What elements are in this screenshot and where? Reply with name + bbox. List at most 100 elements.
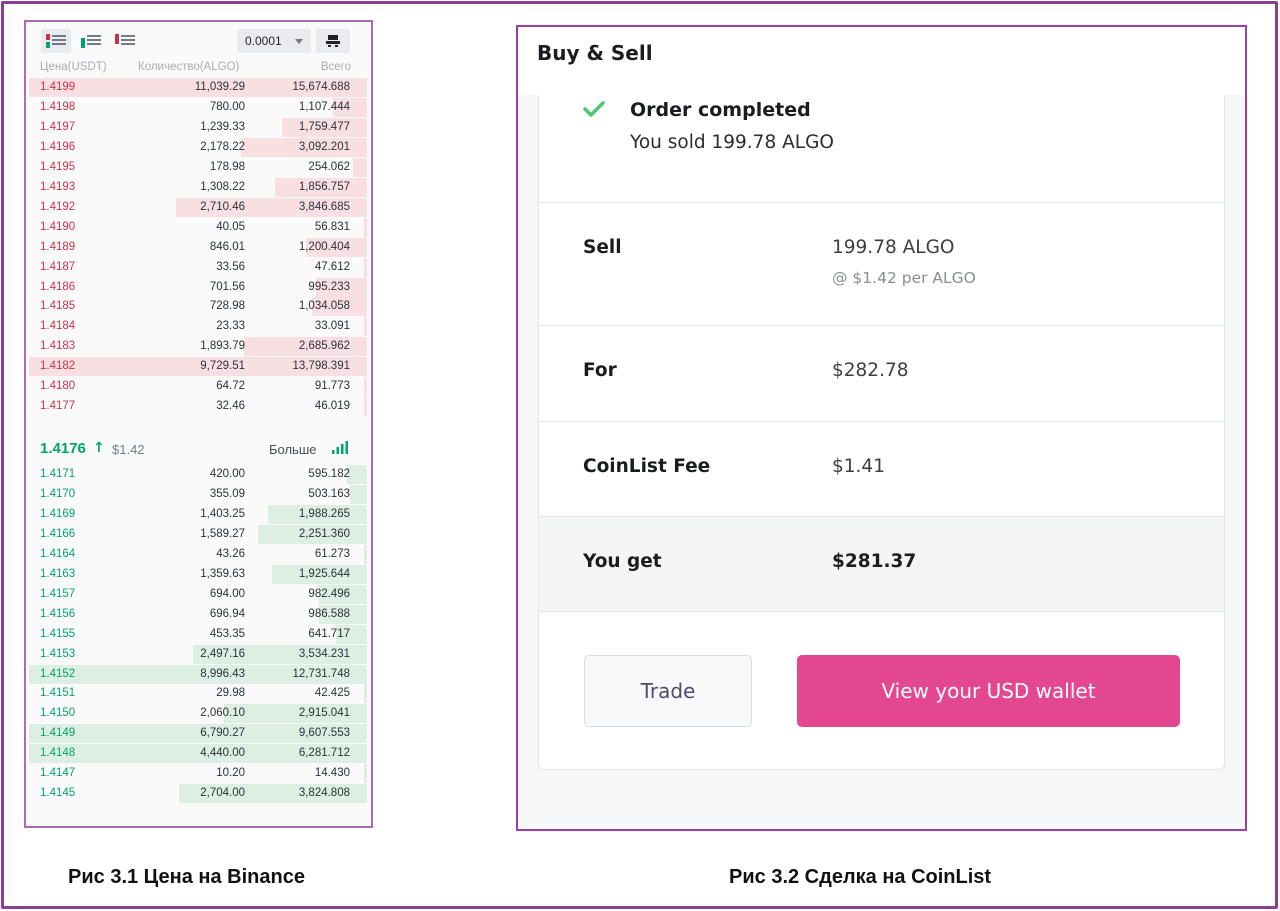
row-price: 1.4164 [40,547,76,560]
row-price: 1.4199 [40,81,76,93]
ask-row[interactable]: 1.4177 32.46 46.019 [26,397,367,417]
row-total: 9,607.553 [298,727,350,740]
ask-row[interactable]: 1.4187 33.56 47.612 [26,257,367,277]
row-amount: 1,893.79 [200,340,245,353]
bid-row[interactable]: 1.4150 2,060.10 2,915.041 [26,704,367,724]
ask-row[interactable]: 1.4198 780.00 1,107.444 [26,97,367,117]
row-total: 503.163 [308,487,350,500]
row-total: 3,092.201 [298,140,350,153]
ask-row[interactable]: 1.4195 178.98 254.062 [26,157,367,177]
ask-row[interactable]: 1.4192 2,710.46 3,846.685 [26,197,367,217]
price-column-header: Цена(USDT) [40,61,107,73]
row-total: 13,798.391 [292,360,350,373]
row-total: 47.612 [314,260,350,273]
status-message: You sold 199.78 ALGO [630,132,834,153]
order-book-both-view-icon[interactable] [41,29,71,53]
order-book-bids-view-icon[interactable] [76,29,106,53]
fee-label: CoinList Fee [583,456,711,477]
you-get-value: $281.37 [832,551,917,572]
view-usd-wallet-button[interactable]: View your USD wallet [797,655,1180,727]
bid-row[interactable]: 1.4169 1,403.25 1,988.265 [26,504,367,524]
row-amount: 1,589.27 [200,527,245,540]
bid-row[interactable]: 1.4164 43.26 61.273 [26,544,367,564]
ask-row[interactable]: 1.4185 728.98 1,034.058 [26,297,367,317]
bid-row[interactable]: 1.4151 29.98 42.425 [26,684,367,704]
row-amount: 11,039.29 [194,81,245,93]
ask-row[interactable]: 1.4197 1,239.33 1,759.477 [26,117,367,137]
row-amount: 6,790.27 [200,727,245,740]
tick-size-select[interactable]: 0.0001 [237,29,311,53]
bid-row[interactable]: 1.4157 694.00 982.496 [26,584,367,604]
depth-bar [347,465,367,484]
row-total: 3,534.231 [298,647,350,660]
row-total: 1,107.444 [298,100,350,113]
row-price: 1.4152 [40,667,76,680]
row-total: 6,281.712 [298,747,350,760]
row-total: 56.831 [314,220,350,233]
order-book-panel: 0.0001 Цена(USDT) Количество(ALGO) Всего… [24,20,373,828]
coinlist-panel: Buy & Sell Order completed You sold 199.… [516,25,1247,831]
depth-bar [364,397,367,417]
bid-row[interactable]: 1.4155 453.35 641.717 [26,624,367,644]
order-book-toolbar: 0.0001 [26,22,371,62]
depth-bar [364,544,367,564]
row-price: 1.4197 [40,120,76,133]
ask-row[interactable]: 1.4189 846.01 1,200.404 [26,237,367,257]
row-price: 1.4147 [40,767,76,780]
usd-price: $1.42 [112,442,145,457]
row-price: 1.4198 [40,100,76,113]
row-price: 1.4182 [40,360,76,373]
page-title: Buy & Sell [537,41,653,65]
row-price: 1.4149 [40,727,76,740]
bid-row[interactable]: 1.4171 420.00 595.182 [26,465,367,484]
fee-row: CoinList Fee $1.41 [539,422,1224,517]
order-book-settings-button[interactable] [316,29,350,53]
bid-row[interactable]: 1.4147 10.20 14.430 [26,764,367,784]
depth-bar [364,377,367,397]
ask-row[interactable]: 1.4193 1,308.22 1,856.757 [26,177,367,197]
bid-row[interactable]: 1.4148 4,440.00 6,281.712 [26,744,367,764]
row-price: 1.4171 [40,468,76,480]
bid-row[interactable]: 1.4170 355.09 503.163 [26,484,367,504]
row-total: 33.091 [314,320,350,333]
trade-button[interactable]: Trade [584,655,752,727]
row-amount: 23.33 [216,320,245,333]
bid-row[interactable]: 1.4153 2,497.16 3,534.231 [26,644,367,664]
bid-row[interactable]: 1.4166 1,589.27 2,251.360 [26,524,367,544]
ask-row[interactable]: 1.4184 23.33 33.091 [26,317,367,337]
ask-row[interactable]: 1.4190 40.05 56.831 [26,217,367,237]
row-total: 42.425 [314,687,350,700]
row-amount: 29.98 [216,687,245,700]
row-price: 1.4150 [40,707,76,720]
signal-bars-icon[interactable] [332,441,348,454]
order-book-asks-view-icon[interactable] [110,29,140,53]
row-price: 1.4183 [40,340,76,353]
row-price: 1.4189 [40,240,76,253]
bid-row[interactable]: 1.4152 8,996.43 12,731.748 [26,664,367,684]
you-get-row: You get $281.37 [539,517,1224,612]
bid-row[interactable]: 1.4145 2,704.00 3,824.808 [26,784,367,804]
ask-row[interactable]: 1.4186 701.56 995.233 [26,277,367,297]
row-price: 1.4195 [40,160,76,173]
bid-row[interactable]: 1.4149 6,790.27 9,607.553 [26,724,367,744]
more-link[interactable]: Больше [269,442,317,457]
order-book-header: Цена(USDT) Количество(ALGO) Всего [26,59,371,77]
fee-value: $1.41 [832,456,885,477]
row-total: 14.430 [314,767,350,780]
bid-row[interactable]: 1.4156 696.94 986.588 [26,604,367,624]
amount-column-header: Количество(ALGO) [138,61,240,73]
arrow-up-icon: ↑ [93,440,105,456]
coinlist-titlebar: Buy & Sell [518,27,1245,95]
row-price: 1.4184 [40,320,76,333]
tick-size-value: 0.0001 [245,34,282,48]
ask-row[interactable]: 1.4182 9,729.51 13,798.391 [26,357,367,377]
row-amount: 2,704.00 [200,787,245,800]
row-total: 986.588 [308,607,350,620]
row-total: 3,824.808 [298,787,350,800]
order-summary-card: Order completed You sold 199.78 ALGO Sel… [538,95,1225,770]
bid-row[interactable]: 1.4163 1,359.63 1,925.644 [26,564,367,584]
ask-row[interactable]: 1.4199 11,039.29 15,674.688 [26,78,367,97]
ask-row[interactable]: 1.4180 64.72 91.773 [26,377,367,397]
ask-row[interactable]: 1.4183 1,893.79 2,685.962 [26,337,367,357]
ask-row[interactable]: 1.4196 2,178.22 3,092.201 [26,137,367,157]
